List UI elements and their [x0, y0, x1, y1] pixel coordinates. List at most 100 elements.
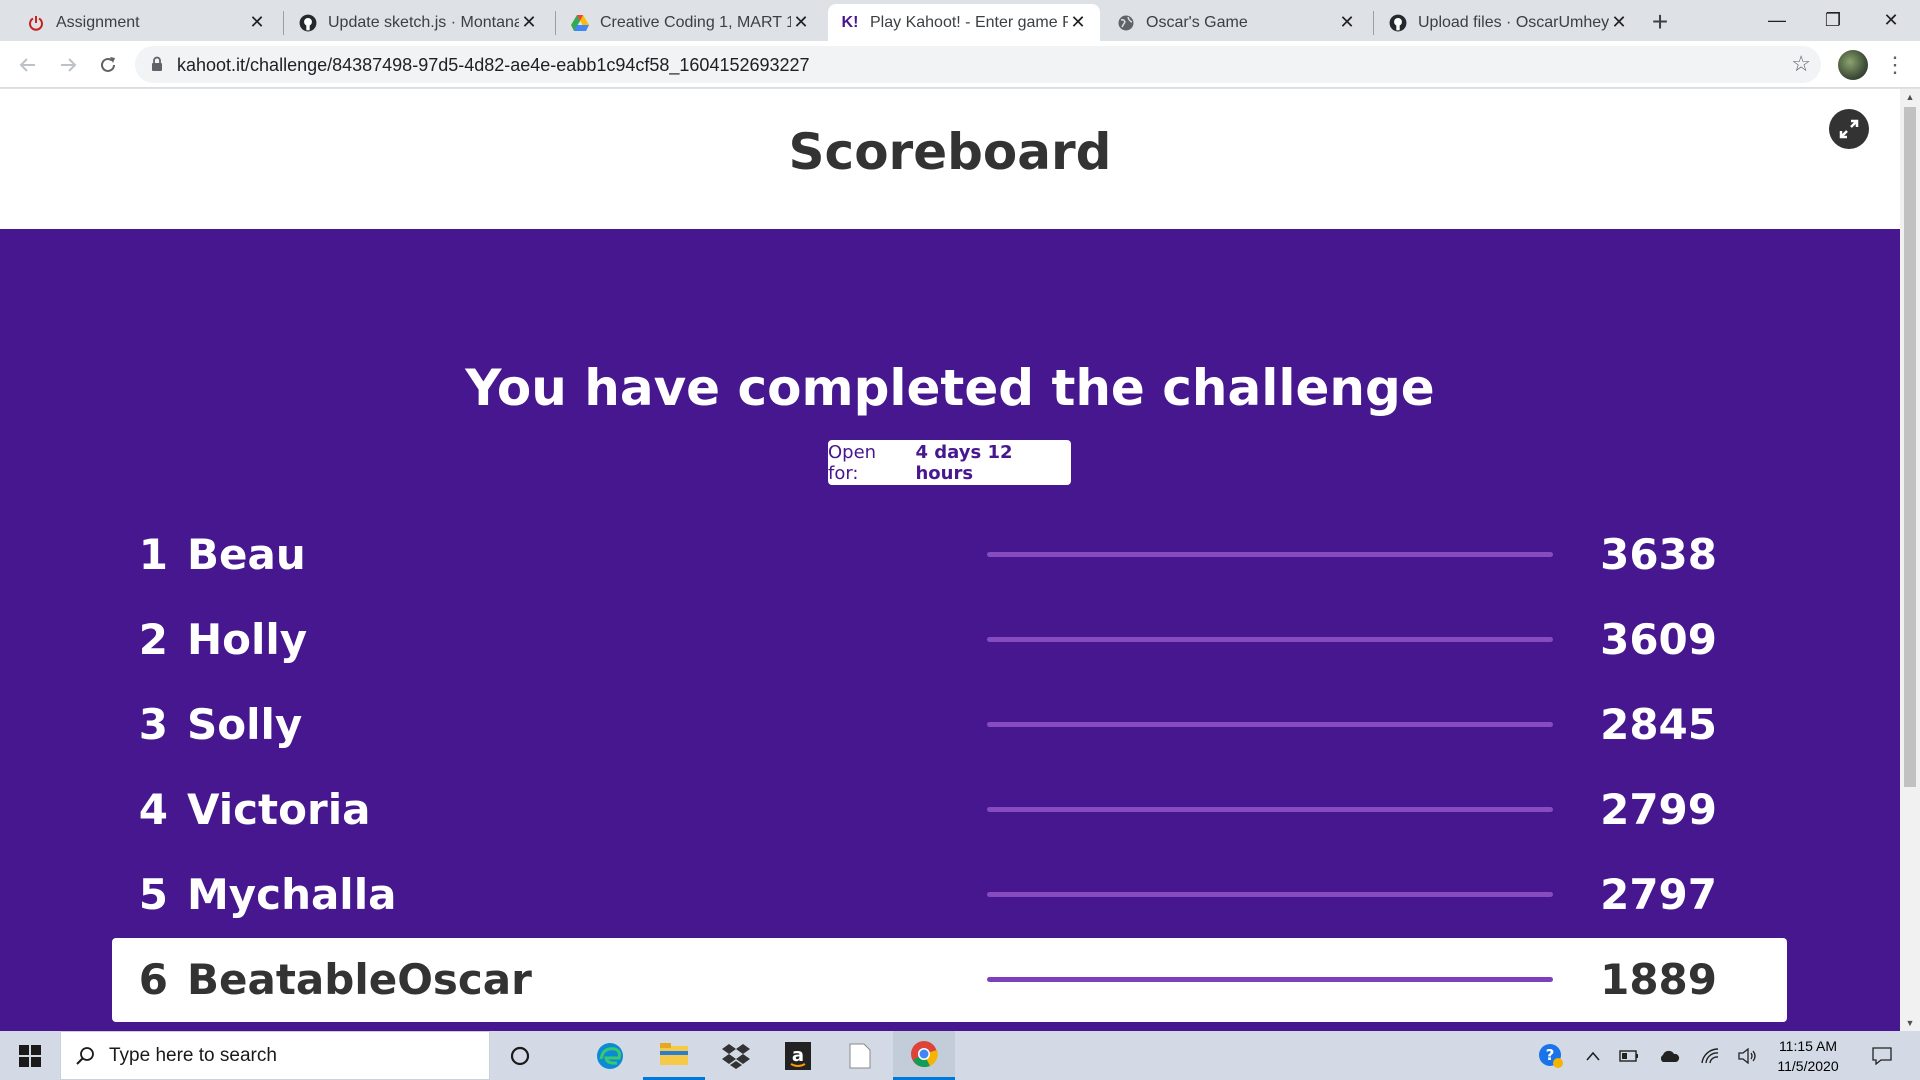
start-button[interactable] — [0, 1031, 60, 1080]
back-button[interactable] — [12, 49, 44, 81]
close-icon[interactable]: ✕ — [791, 12, 811, 33]
edge-icon[interactable] — [580, 1031, 640, 1080]
minimize-button[interactable]: — — [1748, 0, 1806, 40]
lock-icon — [152, 56, 162, 71]
tab-title: Creative Coding 1, MART 120 — [600, 13, 791, 31]
dropbox-icon[interactable] — [706, 1031, 766, 1080]
forward-button[interactable] — [52, 49, 84, 81]
tab-title: Oscar's Game — [1146, 13, 1248, 31]
notifications-icon[interactable] — [1862, 1031, 1902, 1080]
close-icon[interactable]: ✕ — [247, 12, 267, 33]
tab-kahoot[interactable]: K! Play Kahoot! - Enter game PI ✕ — [828, 4, 1100, 41]
leaderboard-row: 1 Beau 3638 — [112, 513, 1787, 597]
fullscreen-button[interactable] — [1829, 109, 1869, 149]
player-score: 2845 — [1600, 700, 1717, 749]
scroll-up-arrow[interactable]: ▲ — [1900, 89, 1920, 105]
player-score: 2799 — [1600, 785, 1717, 834]
score-bar-fill — [987, 807, 1553, 812]
arrow-left-icon — [19, 58, 35, 72]
globe-icon — [1116, 13, 1136, 33]
file-explorer-icon[interactable] — [643, 1031, 705, 1080]
rank-number: 3 — [138, 700, 168, 749]
leaderboard-row-current-user: 6 BeatableOscar 1889 — [112, 938, 1787, 1022]
system-clock[interactable]: 11:15 AM 11/5/2020 — [1763, 1036, 1853, 1076]
player-name: Mychalla — [187, 870, 397, 919]
profile-avatar[interactable] — [1838, 50, 1868, 80]
score-bar — [987, 892, 1553, 897]
browser-menu-button[interactable]: ⋮ — [1880, 49, 1910, 81]
rank-number: 5 — [138, 870, 168, 919]
url-text: kahoot.it/challenge/84387498-97d5-4d82-a… — [177, 55, 810, 75]
player-name: BeatableOscar — [187, 955, 532, 1004]
page-viewport: Scoreboard You have completed the challe… — [0, 89, 1920, 1031]
reload-button[interactable] — [92, 49, 124, 81]
svg-text:a: a — [792, 1045, 804, 1066]
scrollbar-thumb[interactable] — [1904, 107, 1916, 787]
tab-title: Upload files · OscarUmhey98 — [1418, 13, 1609, 31]
tab-title: Update sketch.js · Montana-N — [328, 13, 519, 31]
reload-icon — [101, 57, 115, 72]
scroll-down-arrow[interactable]: ▼ — [1900, 1015, 1920, 1031]
tab-creative-coding[interactable]: Creative Coding 1, MART 120 ✕ — [558, 4, 823, 41]
leaderboard-row: 2 Holly 3609 — [112, 598, 1787, 682]
score-bar — [987, 807, 1553, 812]
github-icon — [298, 13, 318, 33]
close-icon[interactable]: ✕ — [519, 12, 539, 33]
score-bar — [987, 977, 1553, 982]
cortana-icon[interactable] — [490, 1031, 550, 1080]
player-score: 3638 — [1600, 530, 1717, 579]
close-icon[interactable]: ✕ — [1068, 12, 1088, 33]
score-bar-fill — [987, 892, 1553, 897]
tab-assignment[interactable]: Assignment ✕ — [14, 4, 279, 41]
score-bar — [987, 637, 1553, 642]
tab-title: Assignment — [56, 13, 140, 31]
player-score: 2797 — [1600, 870, 1717, 919]
leaderboard-row: 4 Victoria 2799 — [112, 768, 1787, 852]
scoreboard-panel: You have completed the challenge Open fo… — [0, 229, 1900, 1031]
wifi-icon[interactable] — [1692, 1031, 1728, 1080]
onedrive-icon[interactable] — [1651, 1031, 1687, 1080]
windows-taskbar: Type here to search a ? 11:15 AM 11/5/20… — [0, 1031, 1920, 1080]
player-score: 1889 — [1600, 955, 1717, 1004]
windows-logo-icon — [19, 1044, 41, 1067]
rank-number: 1 — [138, 530, 168, 579]
chevron-up-icon[interactable] — [1575, 1031, 1611, 1080]
player-name: Beau — [187, 530, 306, 579]
tab-strip: Assignment ✕ Update sketch.js · Montana-… — [0, 0, 1920, 41]
score-bar-fill — [987, 552, 1553, 557]
address-bar[interactable]: kahoot.it/challenge/84387498-97d5-4d82-a… — [135, 46, 1821, 83]
window-close-button[interactable]: ✕ — [1862, 0, 1920, 40]
taskbar-search[interactable]: Type here to search — [60, 1031, 490, 1080]
new-tab-button[interactable]: + — [1646, 6, 1674, 37]
tab-separator — [555, 11, 556, 35]
rank-number: 2 — [138, 615, 168, 664]
close-icon[interactable]: ✕ — [1609, 12, 1629, 33]
fullscreen-icon — [1839, 119, 1859, 139]
tab-update-sketch[interactable]: Update sketch.js · Montana-N ✕ — [286, 4, 551, 41]
score-bar — [987, 722, 1553, 727]
page-header: Scoreboard — [0, 89, 1900, 229]
page-title: Scoreboard — [788, 123, 1112, 181]
tab-upload-files[interactable]: Upload files · OscarUmhey98 ✕ — [1376, 4, 1641, 41]
tab-oscars-game[interactable]: Oscar's Game ✕ — [1104, 4, 1369, 41]
file-icon[interactable] — [830, 1031, 890, 1080]
amazon-icon[interactable]: a — [768, 1031, 828, 1080]
score-bar-fill — [987, 637, 1553, 642]
chrome-icon[interactable] — [893, 1031, 955, 1080]
clock-date: 11/5/2020 — [1777, 1058, 1839, 1074]
player-name: Solly — [187, 700, 303, 749]
arrow-right-icon — [61, 58, 77, 72]
github-icon — [1388, 13, 1408, 33]
browser-toolbar: kahoot.it/challenge/84387498-97d5-4d82-a… — [0, 41, 1920, 88]
restore-button[interactable]: ❐ — [1804, 0, 1862, 40]
volume-icon[interactable] — [1730, 1031, 1766, 1080]
tab-title: Play Kahoot! - Enter game PI — [870, 13, 1068, 31]
open-for-label: Open for: — [828, 441, 877, 484]
battery-icon[interactable] — [1611, 1031, 1647, 1080]
bookmark-star-icon[interactable]: ☆ — [1791, 51, 1811, 77]
rank-number: 6 — [138, 955, 168, 1004]
player-name: Holly — [187, 615, 308, 664]
help-icon[interactable]: ? — [1533, 1031, 1569, 1080]
close-icon[interactable]: ✕ — [1337, 12, 1357, 33]
page-scrollbar[interactable]: ▲ ▼ — [1900, 89, 1920, 1031]
